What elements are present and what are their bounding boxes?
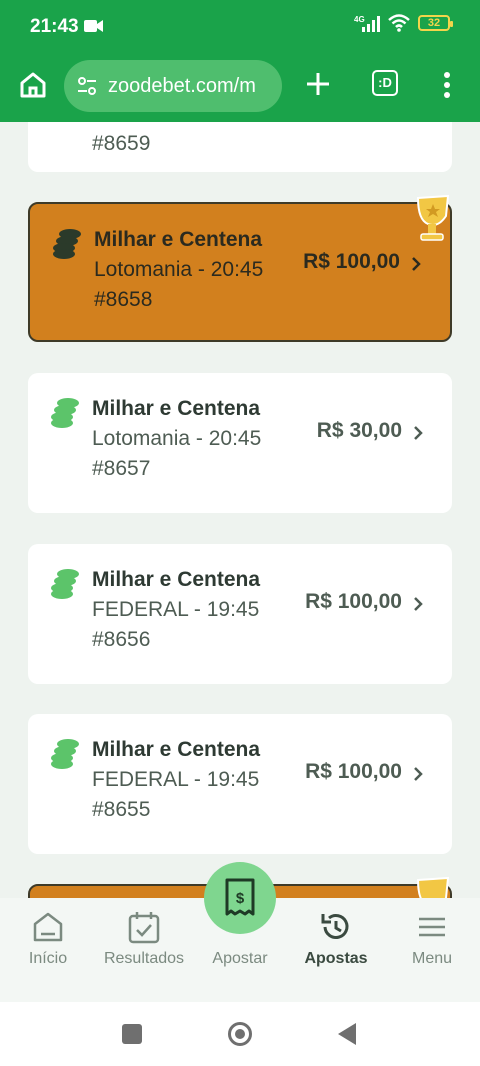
bet-card[interactable]: Milhar e Centena Lotomania - 20:45 #8657… [28,373,452,513]
bet-amount: R$ 100,00 [305,590,402,613]
nav-label: Apostas [304,950,368,967]
nav-resultados[interactable]: Resultados [96,910,192,968]
trophy-icon [416,876,450,898]
bet-lottery: FEDERAL - 19:45 [92,598,260,621]
status-time: 21:43 [30,16,79,37]
chevron-right-icon [412,257,421,271]
apostar-button[interactable]: $ [204,862,276,934]
chevron-right-icon [414,426,423,440]
nav-apostas[interactable]: Apostas [288,910,384,968]
bet-amount: R$ 100,00 [305,760,402,783]
nav-label: Resultados [103,950,185,967]
bet-card-winner[interactable]: Milhar e Centena Lotomania - 20:45 #8658… [28,194,452,342]
nav-menu[interactable]: Menu [384,910,480,968]
bet-title: Milhar e Centena [92,568,261,591]
back-button[interactable] [338,1023,356,1045]
bet-id: #8658 [94,288,153,311]
bet-card[interactable]: Milhar e Centena FEDERAL - 19:45 #8656 R… [28,544,452,684]
battery-icon: 32 [418,15,453,31]
bet-amount: R$ 100,00 [303,250,400,273]
url-text: zoodebet.com/m [108,74,256,97]
signal-icon: 4G [354,15,380,32]
bet-card[interactable]: Milhar e Centena FEDERAL - 19:45 #8655 R… [28,714,452,854]
coins-icon [51,398,79,428]
more-options-icon[interactable] [440,70,454,100]
status-bar: 21:43 4G 32 [0,0,480,52]
bet-id: #8656 [92,628,151,651]
bet-id: #8657 [92,457,151,480]
chevron-right-icon [414,767,423,781]
wifi-icon [388,14,410,32]
browser-toolbar: zoodebet.com/m :D [0,52,480,122]
home-icon[interactable] [18,70,48,100]
system-navigation-bar [0,1002,480,1066]
bet-id: #8655 [92,798,151,821]
chevron-right-icon [414,597,423,611]
nav-label: Menu [411,950,453,967]
coins-icon [51,569,79,599]
history-icon [321,914,349,939]
bet-title: Milhar e Centena [92,397,261,420]
coins-icon [53,229,81,259]
address-bar[interactable]: zoodebet.com/m [64,60,282,112]
trophy-icon [416,194,450,241]
recent-apps-button[interactable] [122,1024,142,1044]
new-tab-icon[interactable] [304,70,332,98]
nav-inicio[interactable]: Início [0,910,96,968]
bet-lottery: Lotomania - 20:45 [92,427,262,450]
bet-card[interactable]: #8659 [28,122,452,172]
bet-title: Milhar e Centena [94,228,263,251]
bet-id: #8659 [92,132,151,155]
nav-label: Início [28,950,68,967]
calendar-check-icon [128,912,160,944]
video-camera-icon [84,20,103,32]
ticket-icon: $ [225,878,255,916]
network-type: 4G [354,15,365,24]
bet-title: Milhar e Centena [92,738,261,761]
svg-text:$: $ [236,890,245,907]
nav-apostar-label[interactable]: Apostar [190,950,290,968]
coins-icon [51,739,79,769]
tab-switcher-button[interactable]: :D [372,70,398,96]
bets-list: #8659 Milhar e Centena Lotomania - 20:45… [0,122,480,898]
home-icon [33,912,63,942]
bet-amount: R$ 30,00 [316,419,402,442]
status-icons: 4G 32 [354,14,453,32]
hamburger-menu-icon [419,917,445,937]
bet-lottery: Lotomania - 20:45 [94,258,264,281]
bet-lottery: FEDERAL - 19:45 [92,768,260,791]
home-button[interactable] [228,1022,252,1046]
site-settings-icon[interactable] [76,75,98,97]
